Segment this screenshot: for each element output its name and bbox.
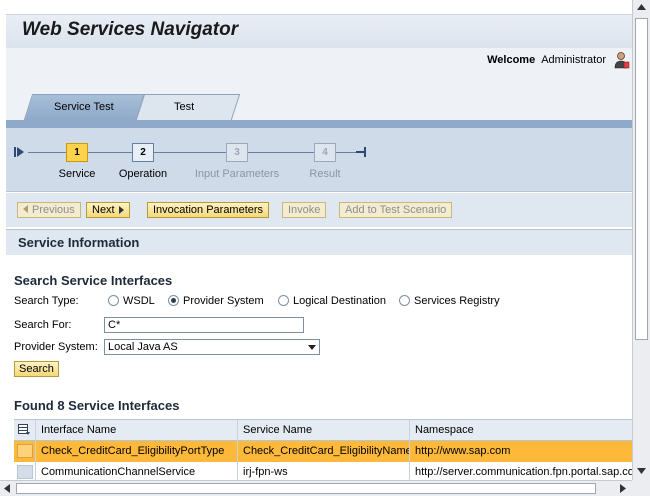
roadmap-connector: [248, 152, 314, 153]
roadmap-step-4: 4: [314, 143, 336, 162]
action-bar: Previous Next Invocation Parameters Invo…: [6, 193, 632, 227]
radio-button[interactable]: [278, 295, 289, 306]
roadmap-step-4-label: Result: [309, 168, 341, 180]
roadmap-start-icon: [14, 147, 24, 157]
arrow-right-icon: [118, 206, 124, 214]
scroll-up-icon[interactable]: [637, 4, 646, 10]
section-header: Service Information: [6, 229, 632, 255]
welcome-text: Welcome Administrator: [487, 54, 606, 66]
scroll-down-icon[interactable]: [637, 468, 646, 474]
radio-button[interactable]: [399, 295, 410, 306]
scrollbar-corner: [632, 480, 650, 496]
provider-system-label: Provider System:: [14, 341, 98, 353]
table-settings-cell[interactable]: [14, 420, 36, 441]
search-button[interactable]: Search: [14, 361, 59, 377]
previous-label: Previous: [32, 204, 75, 216]
radio-button-selected[interactable]: [168, 295, 179, 306]
radio-logical-destination[interactable]: Logical Destination: [278, 295, 386, 307]
roadmap-connector: [88, 152, 132, 153]
arrow-left-icon: [23, 205, 28, 213]
roadmap-end-icon: [356, 147, 366, 157]
table-header-row: Interface Name Service Name Namespace: [14, 420, 632, 441]
roadmap-connector: [154, 152, 226, 153]
radio-services-registry[interactable]: Services Registry: [399, 295, 500, 307]
add-to-test-scenario-button[interactable]: Add to Test Scenario: [339, 202, 453, 218]
roadmap-step-2[interactable]: 2: [132, 143, 154, 162]
radio-provider-system[interactable]: Provider System: [168, 295, 264, 307]
roadmap-connector: [336, 152, 356, 153]
search-for-label: Search For:: [14, 319, 72, 331]
radio-label: Services Registry: [414, 295, 500, 307]
roadmap-step-1[interactable]: 1: [66, 143, 88, 162]
user-name: Administrator: [541, 54, 606, 66]
column-header-service-name[interactable]: Service Name: [238, 420, 410, 441]
row-selector[interactable]: [14, 441, 36, 462]
roadmap-step-3-label: Input Parameters: [194, 168, 280, 180]
scroll-left-icon[interactable]: [4, 484, 10, 493]
previous-button[interactable]: Previous: [17, 202, 81, 218]
search-for-input[interactable]: C*: [104, 317, 304, 333]
column-header-interface-name[interactable]: Interface Name: [36, 420, 238, 441]
table-settings-icon[interactable]: [18, 424, 31, 436]
next-label: Next: [92, 204, 115, 216]
results-table: Interface Name Service Name Namespace Ch…: [14, 419, 632, 483]
radio-wsdl[interactable]: WSDL: [108, 295, 155, 307]
tab-underline: [6, 120, 632, 128]
roadmap-step-2-label: Operation: [118, 168, 168, 180]
roadmap-connector: [28, 152, 68, 153]
app-title: Web Services Navigator: [22, 19, 239, 40]
horizontal-scrollbar[interactable]: [0, 480, 632, 496]
search-type-label: Search Type:: [14, 295, 79, 307]
user-icon[interactable]: [614, 51, 630, 69]
vertical-scroll-thumb[interactable]: [635, 18, 648, 340]
table-row[interactable]: Check_CreditCard_EligibilityPortType Che…: [14, 441, 632, 462]
section-title: Service Information: [18, 235, 140, 250]
search-heading: Search Service Interfaces: [14, 273, 173, 288]
scroll-right-icon[interactable]: [620, 484, 626, 493]
welcome-label: Welcome: [487, 54, 536, 66]
column-header-namespace[interactable]: Namespace: [410, 420, 632, 441]
cell-service-name: Check_CreditCard_EligibilityName: [238, 441, 410, 462]
horizontal-scroll-thumb[interactable]: [16, 483, 596, 494]
chevron-down-icon[interactable]: [308, 345, 316, 350]
cell-namespace: http://www.sap.com: [415, 445, 511, 457]
radio-button[interactable]: [108, 295, 119, 306]
row-selector-box[interactable]: [17, 444, 33, 458]
vertical-scrollbar[interactable]: [632, 0, 650, 480]
tab-service-test[interactable]: Service Test: [23, 94, 145, 120]
cell-interface-name: Check_CreditCard_EligibilityPortType: [36, 441, 238, 462]
roadmap: 1 Service 2 Operation 3 Input Parameters…: [6, 128, 632, 192]
radio-label: Logical Destination: [293, 295, 386, 307]
row-selector-box[interactable]: [17, 465, 33, 479]
tab-label: Service Test: [54, 101, 114, 113]
provider-system-value: Local Java AS: [108, 341, 178, 353]
tab-strip: Test Scenario Service Test: [6, 76, 632, 137]
roadmap-step-3: 3: [226, 143, 248, 162]
welcome-bar: Welcome Administrator: [6, 48, 632, 76]
radio-label: Provider System: [183, 295, 264, 307]
results-heading: Found 8 Service Interfaces: [14, 398, 180, 413]
invoke-button[interactable]: Invoke: [282, 202, 327, 218]
next-button[interactable]: Next: [86, 202, 130, 218]
app-header: Web Services Navigator: [6, 14, 632, 48]
invocation-parameters-button[interactable]: Invocation Parameters: [147, 202, 270, 218]
provider-system-select[interactable]: Local Java AS: [104, 339, 320, 355]
radio-label: WSDL: [123, 295, 155, 307]
tab-test-scenario[interactable]: Test Scenario: [135, 94, 241, 137]
